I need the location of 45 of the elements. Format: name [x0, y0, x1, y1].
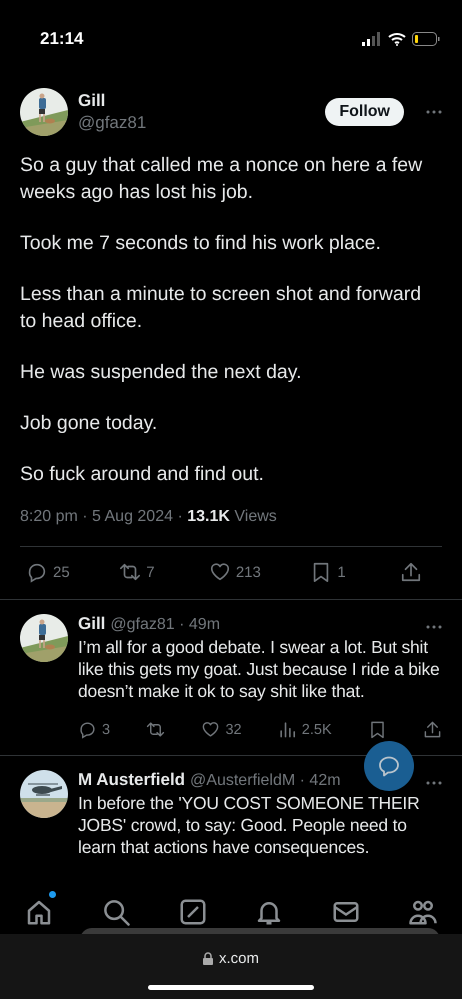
more-icon[interactable] — [426, 625, 442, 629]
post-text: He was suspended the next day. — [20, 360, 302, 385]
post-text: So a guy that called me a nonce on here a few weeks ago has lost his job. — [20, 153, 424, 205]
repost-icon[interactable] — [146, 720, 166, 739]
reply-icon[interactable] — [78, 720, 97, 739]
action-count: 7 — [146, 564, 155, 580]
action-count: 1 — [337, 564, 346, 580]
post-meta: 8:20 pm · 5 Aug 2024 · 13.1K Views — [19, 508, 278, 526]
reply-icon[interactable] — [26, 561, 48, 583]
reply-text: I’m all for a good debate. I swear a lot. But shit like this gets my goat. Just because I ride a bike doesn’t make it ok to say shit like that. — [78, 636, 441, 702]
action-count: 3 — [102, 722, 110, 738]
slash-square-icon[interactable] — [178, 897, 208, 927]
action-count: 32 — [225, 722, 242, 738]
heart-icon[interactable] — [201, 720, 220, 739]
author-name[interactable]: M Austerfield — [78, 770, 186, 790]
compose-button[interactable] — [364, 741, 414, 791]
wifi-icon — [388, 32, 406, 46]
post-text: Took me 7 seconds to find his work place. — [20, 231, 382, 256]
views-icon[interactable] — [278, 720, 297, 739]
author-name[interactable]: Gill — [78, 91, 316, 111]
post-text: So fuck around and find out. — [20, 462, 265, 487]
status-time: 21:14 — [40, 29, 84, 49]
post-text: Less than a minute to screen shot and forward to head office. — [20, 282, 422, 334]
action-count: 2.5K — [302, 722, 332, 738]
share-icon[interactable] — [400, 561, 422, 583]
more-icon[interactable] — [426, 110, 442, 114]
repost-icon[interactable] — [119, 561, 142, 583]
notification-dot — [49, 891, 56, 898]
url-text[interactable]: x.com — [218, 950, 259, 967]
heart-icon[interactable] — [208, 561, 231, 583]
battery-icon — [412, 32, 440, 46]
lock-icon — [202, 952, 213, 965]
share-icon[interactable] — [423, 720, 442, 739]
reply-handle[interactable]: @gfaz81 · 49m — [110, 616, 220, 634]
author-name[interactable]: Gill — [78, 614, 106, 634]
more-icon[interactable] — [426, 781, 442, 785]
author-handle[interactable]: @gfaz81 — [78, 113, 316, 133]
reply-text: In before the 'YOU COST SOMEONE THEIR JOBS' crowd, to say: Good. People need to learn that actions have consequences. — [78, 792, 421, 858]
follow-button[interactable]: Follow — [325, 98, 404, 126]
speech-bubble-icon — [377, 754, 401, 778]
action-count: 25 — [53, 564, 70, 580]
signal-icon — [362, 32, 382, 46]
action-count: 213 — [236, 564, 261, 580]
post-text: Job gone today. — [20, 411, 158, 436]
reply-handle[interactable]: @AusterfieldM · 42m — [190, 772, 341, 790]
